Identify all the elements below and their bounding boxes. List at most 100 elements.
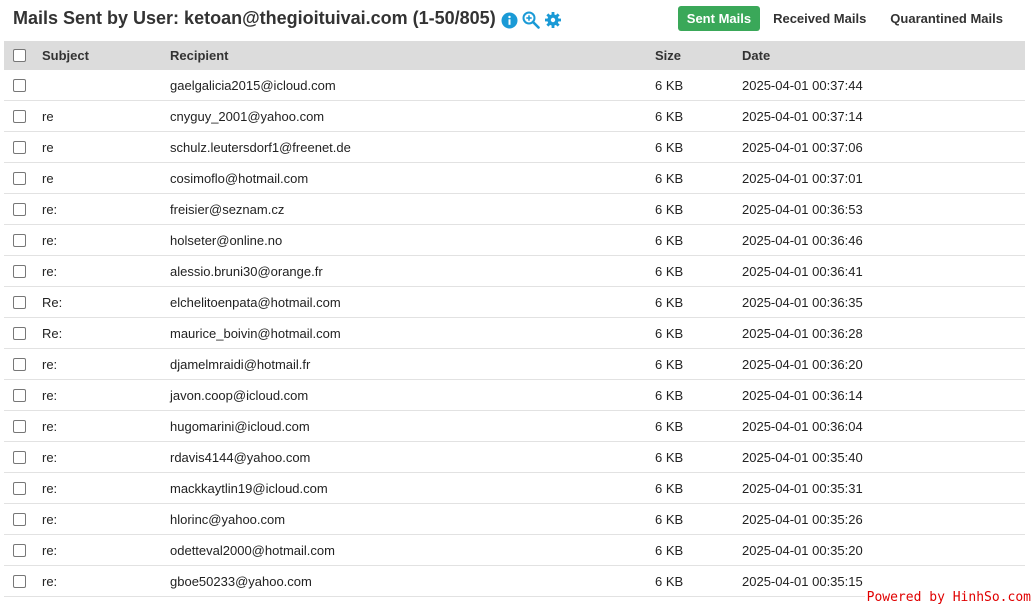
row-checkbox[interactable]: [13, 202, 26, 216]
row-checkbox[interactable]: [13, 109, 26, 123]
table-row[interactable]: re: alessio.bruni30@orange.fr 6 KB 2025-04-…: [4, 256, 1025, 287]
powered-by-credit[interactable]: Powered by HinhSo.com: [864, 590, 1033, 605]
table-row[interactable]: re schulz.leutersdorf1@freenet.de 6 KB 2025…: [4, 132, 1025, 163]
table-row[interactable]: re: holseter@online.no 6 KB 2025-04-01 00:3…: [4, 225, 1025, 256]
row-checkbox[interactable]: [13, 450, 26, 464]
table-row[interactable]: re: odetteval2000@hotmail.com 6 KB 2025-04-…: [4, 535, 1025, 566]
row-checkbox[interactable]: [13, 543, 26, 557]
cell-date: 2025-04-01 00:36:41: [742, 263, 863, 279]
table-row[interactable]: re cosimoflo@hotmail.com 6 KB 2025-04-01 00…: [4, 163, 1025, 194]
cell-size: 6 KB: [655, 542, 684, 558]
cell-subject: re:: [42, 573, 58, 589]
cell-subject: re: [42, 139, 54, 155]
cell-size: 6 KB: [655, 387, 684, 403]
table-row[interactable]: gaelgalicia2015@icloud.com 6 KB 2025-04-01…: [4, 70, 1025, 101]
table-header: Subject Recipient Size Date: [4, 41, 1025, 70]
table-row[interactable]: re: rdavis4144@yahoo.com 6 KB 2025-04-01 00…: [4, 442, 1025, 473]
table-row[interactable]: re: freisier@seznam.cz 6 KB 2025-04-01 00:3…: [4, 194, 1025, 225]
table-row[interactable]: Re: maurice_boivin@hotmail.com 6 KB 2025-04…: [4, 318, 1025, 349]
cell-date: 2025-04-01 00:37:14: [742, 108, 863, 124]
tab-quarantined-mails[interactable]: Quarantined Mails: [878, 6, 1015, 31]
cell-subject: re:: [42, 418, 58, 434]
zoom-in-icon[interactable]: [522, 11, 540, 29]
page-title: Mails Sent by User: ketoan@thegioituivai…: [13, 8, 496, 28]
cell-size: 6 KB: [655, 449, 684, 465]
cell-date: 2025-04-01 00:36:20: [742, 356, 863, 372]
cell-size: 6 KB: [655, 418, 684, 434]
cell-size: 6 KB: [655, 356, 684, 372]
cell-recipient: cosimoflo@hotmail.com: [170, 170, 309, 186]
cell-date: 2025-04-01 00:36:35: [742, 294, 863, 310]
row-checkbox[interactable]: [13, 481, 26, 495]
column-header-recipient[interactable]: Recipient: [170, 48, 655, 63]
row-checkbox[interactable]: [13, 512, 26, 526]
row-checkbox[interactable]: [13, 388, 26, 402]
row-checkbox[interactable]: [13, 140, 26, 154]
table-row[interactable]: re: javon.coop@icloud.com 6 KB 2025-04-01 0…: [4, 380, 1025, 411]
cell-subject: re:: [42, 263, 58, 279]
table-row[interactable]: re: mackkaytlin19@icloud.com 6 KB 2025-04-0…: [4, 473, 1025, 504]
column-header-size[interactable]: Size: [655, 48, 742, 63]
cell-date: 2025-04-01 00:35:15: [742, 573, 863, 589]
cell-recipient: gboe50233@yahoo.com: [170, 573, 312, 589]
table-row[interactable]: re: djamelmraidi@hotmail.fr 6 KB 2025-04-01…: [4, 349, 1025, 380]
cell-size: 6 KB: [655, 263, 684, 279]
cell-recipient: holseter@online.no: [170, 232, 283, 248]
table-row[interactable]: re cnyguy_2001@yahoo.com 6 KB 2025-04-01 00…: [4, 101, 1025, 132]
cell-recipient: javon.coop@icloud.com: [170, 387, 309, 403]
row-checkbox[interactable]: [13, 357, 26, 371]
row-checkbox[interactable]: [13, 171, 26, 185]
cell-date: 2025-04-01 00:36:14: [742, 387, 863, 403]
cell-date: 2025-04-01 00:36:04: [742, 418, 863, 434]
table-row[interactable]: Re: elchelitoenpata@hotmail.com 6 KB 2025-0…: [4, 287, 1025, 318]
row-checkbox[interactable]: [13, 295, 26, 309]
cell-size: 6 KB: [655, 201, 684, 217]
table-row[interactable]: re: hlorinc@yahoo.com 6 KB 2025-04-01 00:35…: [4, 504, 1025, 535]
cell-recipient: alessio.bruni30@orange.fr: [170, 263, 323, 279]
cell-subject: re:: [42, 511, 58, 527]
cell-recipient: djamelmraidi@hotmail.fr: [170, 356, 311, 372]
cell-date: 2025-04-01 00:37:06: [742, 139, 863, 155]
row-checkbox[interactable]: [13, 326, 26, 340]
cell-date: 2025-04-01 00:35:26: [742, 511, 863, 527]
cell-recipient: schulz.leutersdorf1@freenet.de: [170, 139, 351, 155]
tab-received-mails[interactable]: Received Mails: [761, 6, 878, 31]
cell-size: 6 KB: [655, 325, 684, 341]
tab-sent-mails[interactable]: Sent Mails: [677, 6, 761, 31]
cell-subject: re: [42, 170, 54, 186]
cell-subject: re:: [42, 232, 58, 248]
row-checkbox[interactable]: [13, 233, 26, 247]
row-checkbox[interactable]: [13, 574, 26, 588]
row-checkbox[interactable]: [13, 264, 26, 278]
cell-size: 6 KB: [655, 77, 684, 93]
gear-icon[interactable]: [544, 11, 562, 29]
select-all-checkbox[interactable]: [13, 49, 26, 62]
cell-recipient: rdavis4144@yahoo.com: [170, 449, 311, 465]
cell-size: 6 KB: [655, 480, 684, 496]
title-icons: [500, 11, 562, 29]
cell-subject: re:: [42, 387, 58, 403]
cell-recipient: mackkaytlin19@icloud.com: [170, 480, 328, 496]
table-row[interactable]: re: hugomarini@icloud.com 6 KB 2025-04-01 0…: [4, 411, 1025, 442]
cell-size: 6 KB: [655, 232, 684, 248]
cell-date: 2025-04-01 00:37:01: [742, 170, 863, 186]
cell-date: 2025-04-01 00:36:53: [742, 201, 863, 217]
cell-size: 6 KB: [655, 573, 684, 589]
cell-recipient: hugomarini@icloud.com: [170, 418, 310, 434]
page-header: Mails Sent by User: ketoan@thegioituivai…: [0, 0, 1033, 40]
row-checkbox[interactable]: [13, 419, 26, 433]
cell-size: 6 KB: [655, 139, 684, 155]
cell-recipient: elchelitoenpata@hotmail.com: [170, 294, 341, 310]
cell-recipient: odetteval2000@hotmail.com: [170, 542, 335, 558]
cell-date: 2025-04-01 00:35:31: [742, 480, 863, 496]
column-header-date[interactable]: Date: [742, 48, 1025, 63]
cell-recipient: hlorinc@yahoo.com: [170, 511, 286, 527]
cell-size: 6 KB: [655, 108, 684, 124]
cell-subject: re:: [42, 542, 58, 558]
row-checkbox[interactable]: [13, 78, 26, 92]
cell-size: 6 KB: [655, 294, 684, 310]
cell-date: 2025-04-01 00:35:20: [742, 542, 863, 558]
column-header-subject[interactable]: Subject: [42, 48, 170, 63]
cell-subject: re:: [42, 449, 58, 465]
info-icon[interactable]: [500, 11, 518, 29]
